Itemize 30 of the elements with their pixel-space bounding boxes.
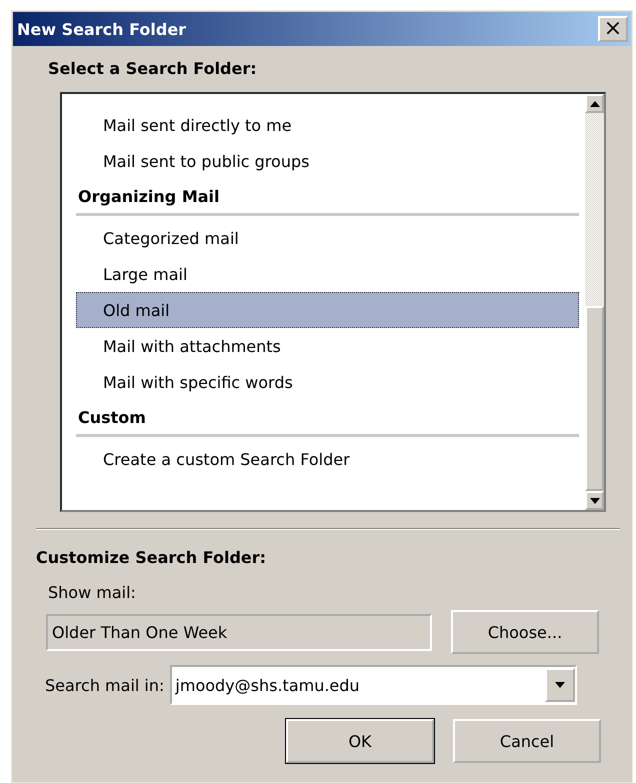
close-button[interactable]: × <box>598 16 628 42</box>
window-title: New Search Folder <box>17 20 186 38</box>
field-label: Show mail: <box>48 583 136 602</box>
group-heading: Organizing Mail <box>76 179 579 216</box>
scroll-up-button[interactable] <box>585 94 604 113</box>
list-item[interactable]: Mail sent directly to me <box>76 107 579 143</box>
search-in-dropdown[interactable]: jmoody@shs.tamu.edu <box>170 665 578 705</box>
scroll-down-button[interactable] <box>585 491 604 510</box>
down-arrow-icon <box>590 498 600 504</box>
section-heading: Customize Search Folder: <box>36 548 266 567</box>
scrollbar[interactable] <box>585 94 604 510</box>
show-mail-field[interactable]: Older Than One Week <box>46 614 432 650</box>
up-arrow-icon <box>590 100 600 106</box>
list-item[interactable]: Mail with specific words <box>76 364 579 400</box>
scroll-thumb[interactable] <box>585 306 604 491</box>
list-item[interactable]: Mail sent to public groups <box>76 143 579 179</box>
list-label: Select a Search Folder: <box>48 59 258 78</box>
field-label: Search mail in: <box>45 676 164 694</box>
ok-button[interactable]: OK <box>286 719 434 763</box>
cancel-button[interactable]: Cancel <box>453 719 601 763</box>
dropdown-value: jmoody@shs.tamu.edu <box>175 676 360 694</box>
group-heading: Custom <box>76 400 579 437</box>
dropdown-button[interactable] <box>545 668 576 702</box>
list-item[interactable]: Old mail <box>76 292 579 328</box>
list-item[interactable]: Create a custom Search Folder <box>76 441 579 477</box>
list-item[interactable]: Large mail <box>76 256 579 292</box>
list-item[interactable]: Mail with attachments <box>76 328 579 364</box>
choose-button[interactable]: Choose... <box>451 610 599 654</box>
list-item[interactable]: Categorized mail <box>76 220 579 256</box>
caret-icon <box>555 682 566 688</box>
